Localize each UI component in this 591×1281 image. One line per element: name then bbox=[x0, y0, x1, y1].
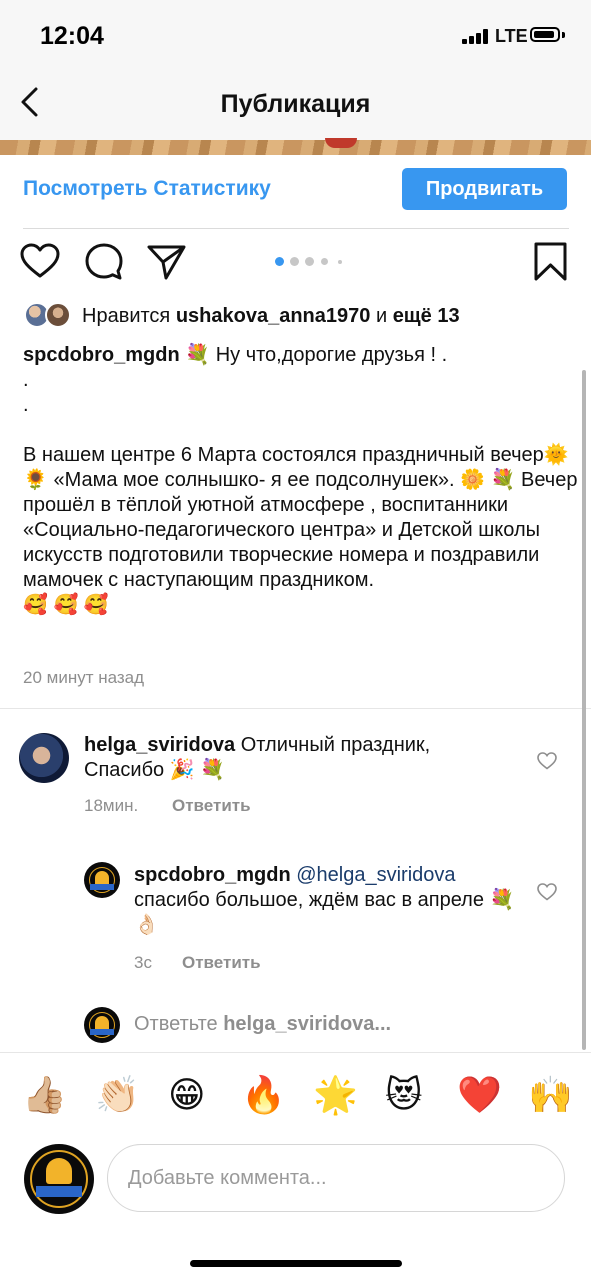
promote-button[interactable]: Продвигать bbox=[402, 168, 567, 210]
comment: helga_sviridova Отличный праздник, Спаси… bbox=[84, 733, 504, 783]
reply-button[interactable]: Ответить bbox=[182, 953, 261, 973]
commenter-avatar[interactable] bbox=[19, 733, 69, 783]
comment-icon[interactable] bbox=[84, 242, 124, 282]
comment: spcdobro_mgdn @helga_sviridova спасибо б… bbox=[134, 863, 524, 938]
reply-prompt-user: helga_sviridova... bbox=[223, 1013, 392, 1035]
like-comment-heart-icon[interactable] bbox=[537, 883, 557, 901]
liker-avatar[interactable] bbox=[45, 302, 71, 328]
heart-icon[interactable] bbox=[20, 243, 60, 279]
emoji-heart-eyes-cat[interactable]: 😻 bbox=[385, 1076, 423, 1116]
caption-username[interactable]: spcdobro_mgdn bbox=[23, 344, 180, 366]
emoji-thumbs-up[interactable]: 👍🏼 bbox=[22, 1076, 67, 1116]
caption-text: 💐 Ну что,дорогие друзья ! . . . В нашем … bbox=[23, 344, 578, 616]
likes-others[interactable]: ещё 13 bbox=[393, 305, 460, 327]
reply-button[interactable]: Ответить bbox=[172, 796, 251, 816]
likes-and: и bbox=[375, 305, 388, 327]
divider bbox=[23, 228, 569, 229]
comment-time: 3с bbox=[134, 953, 152, 972]
bookmark-icon[interactable] bbox=[533, 242, 568, 282]
likes-prefix: Нравится bbox=[82, 305, 171, 327]
comment-mention[interactable]: @helga_sviridova bbox=[296, 864, 455, 886]
divider bbox=[0, 708, 591, 709]
page-title: Публикация bbox=[220, 90, 371, 118]
status-time: 12:04 bbox=[40, 22, 104, 50]
post-image[interactable] bbox=[0, 138, 591, 155]
battery-icon bbox=[530, 27, 560, 42]
emoji-grin[interactable]: 😁 bbox=[168, 1076, 206, 1116]
emoji-star[interactable]: 🌟 bbox=[313, 1076, 358, 1116]
emoji-clapping[interactable]: 👏🏻 bbox=[95, 1076, 140, 1116]
own-avatar bbox=[84, 1007, 120, 1043]
emoji-raising-hands[interactable]: 🙌 bbox=[528, 1076, 573, 1116]
post-caption: spcdobro_mgdn 💐 Ну что,дорогие друзья ! … bbox=[23, 343, 578, 618]
scrollbar[interactable] bbox=[582, 370, 586, 1050]
comment-body: спасибо большое, ждём вас в апреле 💐 👌🏻 bbox=[134, 889, 515, 936]
commenter-avatar[interactable] bbox=[84, 862, 120, 898]
share-icon[interactable] bbox=[147, 244, 187, 280]
own-avatar bbox=[24, 1144, 94, 1214]
comment-username[interactable]: helga_sviridova bbox=[84, 734, 235, 756]
view-insights-link[interactable]: Посмотреть Статистику bbox=[23, 177, 271, 201]
like-comment-heart-icon[interactable] bbox=[537, 752, 557, 770]
likes-summary[interactable]: Нравится ushakova_anna1970 и ещё 13 bbox=[82, 305, 460, 328]
emoji-red-heart[interactable]: ❤️ bbox=[457, 1076, 502, 1116]
signal-icon bbox=[462, 28, 492, 44]
post-timestamp: 20 минут назад bbox=[23, 668, 145, 687]
comment-input[interactable] bbox=[107, 1144, 565, 1212]
emoji-fire[interactable]: 🔥 bbox=[241, 1076, 286, 1116]
reply-prompt[interactable]: Ответьте helga_sviridova... bbox=[134, 1013, 391, 1036]
reply-prompt-prefix: Ответьте bbox=[134, 1013, 218, 1035]
likes-user[interactable]: ushakova_anna1970 bbox=[176, 305, 371, 327]
comment-username[interactable]: spcdobro_mgdn bbox=[134, 864, 291, 886]
battery-tip bbox=[562, 32, 565, 38]
home-indicator[interactable] bbox=[190, 1260, 402, 1267]
comment-time: 18мин. bbox=[84, 796, 139, 815]
network-label: LTE bbox=[495, 26, 528, 46]
